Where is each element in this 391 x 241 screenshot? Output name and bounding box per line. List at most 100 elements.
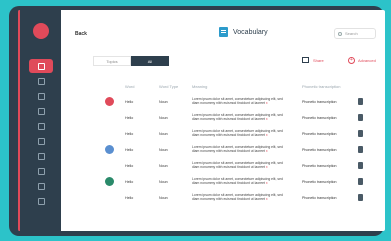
table-row[interactable]: Hello Noun Lorem ipsum dolor sit amet, con… [91, 158, 381, 174]
meaning-text: Lorem ipsum dolor sit amet, consectetuer… [192, 193, 283, 202]
play-icon [37, 107, 45, 115]
sidebar-item-dashboard[interactable] [29, 59, 53, 73]
chart-icon [37, 167, 45, 175]
trash-icon[interactable] [358, 194, 363, 201]
meaning-text: Lorem ipsum dolor sit amet, consectetuer… [192, 177, 283, 186]
sidebar-accent-line [18, 10, 20, 231]
word-cell: Hello [125, 196, 134, 200]
user-icon [37, 182, 45, 190]
table-row[interactable]: Hello Noun Lorem ipsum dolor sit amet, con… [91, 174, 381, 190]
trash-icon[interactable] [358, 178, 363, 185]
row-avatar [105, 145, 114, 154]
share-label: Share [313, 57, 324, 63]
plus-icon: + [348, 57, 355, 64]
search-placeholder: Search [345, 31, 358, 36]
sidebar [18, 10, 61, 231]
word-type-cell: Noun [159, 100, 168, 104]
phonetic-cell: Phonetic transcription [302, 164, 337, 168]
main-content: Back Vocabulary Search Topics All Share … [61, 10, 385, 231]
back-button[interactable]: Back [75, 31, 87, 37]
meaning-remove-mark[interactable]: x [266, 197, 268, 201]
meaning-text: Lorem ipsum dolor sit amet, consectetuer… [192, 97, 283, 106]
meaning-remove-mark[interactable]: x [266, 181, 268, 185]
top-bar: Back Vocabulary Search [61, 10, 385, 46]
table-row[interactable]: Hello Noun Lorem ipsum dolor sit amet, con… [91, 126, 381, 142]
meaning-text: Lorem ipsum dolor sit amet, consectetuer… [192, 113, 283, 122]
sidebar-item-user[interactable] [29, 179, 53, 193]
meaning-text: Lorem ipsum dolor sit amet, consectetuer… [192, 129, 283, 138]
vocabulary-book-icon [219, 27, 228, 37]
meaning-remove-mark[interactable]: x [266, 149, 268, 153]
avatar[interactable] [33, 23, 49, 39]
word-cell: Hello [125, 164, 134, 168]
phonetic-cell: Phonetic transcription [302, 180, 337, 184]
header-word-type[interactable]: Word Type [159, 84, 178, 89]
meaning-cell: Lorem ipsum dolor sit amet, consectetuer… [192, 129, 287, 138]
word-cell: Hello [125, 100, 134, 104]
title-group: Vocabulary [219, 27, 268, 37]
search-input[interactable]: Search [334, 28, 376, 39]
dashboard-icon [37, 62, 45, 70]
table-row[interactable]: Hello Noun Lorem ipsum dolor sit amet, con… [91, 110, 381, 126]
phonetic-cell: Phonetic transcription [302, 132, 337, 136]
phonetic-cell: Phonetic transcription [302, 100, 337, 104]
meaning-cell: Lorem ipsum dolor sit amet, consectetuer… [192, 161, 287, 170]
meaning-cell: Lorem ipsum dolor sit amet, consectetuer… [192, 177, 287, 186]
trash-icon[interactable] [358, 162, 363, 169]
word-type-cell: Noun [159, 148, 168, 152]
sidebar-item-book[interactable] [29, 89, 53, 103]
word-type-cell: Noun [159, 180, 168, 184]
app-screen: Back Vocabulary Search Topics All Share … [18, 10, 385, 231]
meaning-text: Lorem ipsum dolor sit amet, consectetuer… [192, 161, 283, 170]
phonetic-cell: Phonetic transcription [302, 148, 337, 152]
table-row[interactable]: Hello Noun Lorem ipsum dolor sit amet, con… [91, 94, 381, 110]
tab-all[interactable]: All [131, 56, 169, 66]
list-icon [37, 122, 45, 130]
word-cell: Hello [125, 132, 134, 136]
sidebar-item-document[interactable] [29, 149, 53, 163]
phonetic-cell: Phonetic transcription [302, 196, 337, 200]
table-row[interactable]: Hello Noun Lorem ipsum dolor sit amet, con… [91, 190, 381, 206]
search-icon [338, 31, 342, 36]
word-cell: Hello [125, 116, 134, 120]
meaning-remove-mark[interactable]: x [266, 117, 268, 121]
word-type-cell: Noun [159, 196, 168, 200]
meaning-cell: Lorem ipsum dolor sit amet, consectetuer… [192, 193, 287, 202]
word-cell: Hello [125, 148, 134, 152]
header-meaning[interactable]: Meaning [192, 84, 207, 89]
mail-icon [37, 77, 45, 85]
advanced-button[interactable]: + Advanced [348, 57, 376, 64]
trash-icon[interactable] [358, 146, 363, 153]
meaning-text: Lorem ipsum dolor sit amet, consectetuer… [192, 145, 283, 154]
header-word[interactable]: Word [125, 84, 134, 89]
word-type-cell: Noun [159, 132, 168, 136]
meaning-cell: Lorem ipsum dolor sit amet, consectetuer… [192, 145, 287, 154]
row-avatar [105, 177, 114, 186]
word-type-cell: Noun [159, 116, 168, 120]
sidebar-item-mail[interactable] [29, 74, 53, 88]
share-icon [302, 57, 309, 63]
sidebar-item-play[interactable] [29, 104, 53, 118]
settings-icon [37, 197, 45, 205]
sidebar-item-chart[interactable] [29, 164, 53, 178]
advanced-label: Advanced [358, 58, 376, 63]
header-phonetic[interactable]: Phonetic transcription [302, 84, 340, 89]
sidebar-item-copy[interactable] [29, 134, 53, 148]
phonetic-cell: Phonetic transcription [302, 116, 337, 120]
sidebar-item-settings[interactable] [29, 194, 53, 208]
meaning-remove-mark[interactable]: x [266, 133, 268, 137]
trash-icon[interactable] [358, 114, 363, 121]
tab-topics[interactable]: Topics [93, 56, 131, 66]
meaning-remove-mark[interactable]: x [266, 101, 268, 105]
table-row[interactable]: Hello Noun Lorem ipsum dolor sit amet, con… [91, 142, 381, 158]
vocabulary-table: Word Word Type Meaning Phonetic transcri… [91, 80, 381, 206]
sidebar-item-list[interactable] [29, 119, 53, 133]
meaning-cell: Lorem ipsum dolor sit amet, consectetuer… [192, 97, 287, 106]
document-icon [37, 152, 45, 160]
share-button[interactable]: Share [302, 57, 324, 63]
page-title: Vocabulary [233, 28, 268, 36]
meaning-cell: Lorem ipsum dolor sit amet, consectetuer… [192, 113, 287, 122]
trash-icon[interactable] [358, 130, 363, 137]
meaning-remove-mark[interactable]: x [266, 165, 268, 169]
trash-icon[interactable] [358, 98, 363, 105]
